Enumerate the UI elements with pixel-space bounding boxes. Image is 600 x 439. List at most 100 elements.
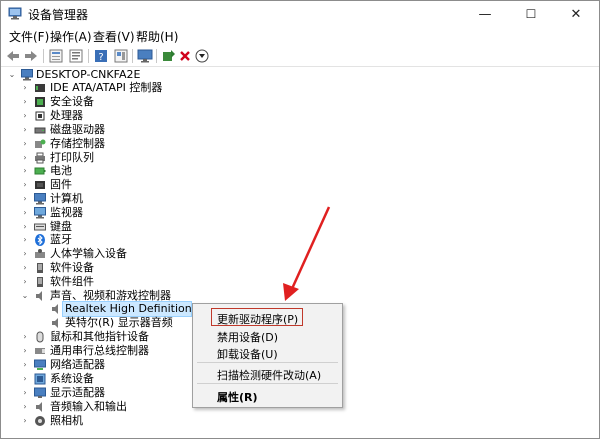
collapse-arrow-icon[interactable]: ⌄ — [20, 289, 30, 303]
tree-item-network[interactable]: › 网络适配器 — [1, 358, 201, 372]
tree-item-battery[interactable]: › 电池 — [1, 164, 201, 178]
tree-item-ide[interactable]: › IDE ATA/ATAPI 控制器 — [1, 81, 201, 95]
tree-item-mouse[interactable]: › 鼠标和其他指针设备 — [1, 330, 201, 344]
properties-button[interactable] — [67, 47, 85, 65]
menu-uninstall-device[interactable]: 卸载设备(U) — [217, 346, 278, 362]
tree-item-label: 电池 — [50, 164, 72, 177]
expand-arrow-icon[interactable]: › — [20, 358, 30, 372]
tree-item-label: 音频输入和输出 — [50, 400, 127, 413]
toolbar-separator — [132, 49, 133, 63]
mouse-icon — [36, 331, 44, 343]
computer-icon — [34, 193, 46, 205]
tree-item-camera[interactable]: › 照相机 — [1, 414, 201, 428]
tree-item-usb[interactable]: › 通用串行总线控制器 — [1, 344, 201, 358]
tree-item-label: 人体学输入设备 — [50, 247, 127, 260]
tree-item-keyboard[interactable]: › 键盘 — [1, 220, 201, 234]
tree-item-display[interactable]: › 显示适配器 — [1, 386, 201, 400]
disk-icon — [34, 127, 46, 134]
expand-arrow-icon[interactable]: › — [20, 123, 30, 137]
tree-item-label: 网络适配器 — [50, 358, 105, 371]
tree-item-label: 鼠标和其他指针设备 — [50, 330, 149, 343]
view2-button[interactable] — [112, 47, 130, 65]
back-button[interactable] — [4, 47, 22, 65]
close-button[interactable]: ✕ — [553, 1, 599, 27]
forward-button[interactable] — [22, 47, 40, 65]
expand-arrow-icon[interactable]: › — [20, 164, 30, 178]
tree-item-processor[interactable]: › 处理器 — [1, 109, 201, 123]
tree-item-software-component[interactable]: › 软件组件 — [1, 275, 201, 289]
scan-button[interactable] — [136, 47, 154, 65]
maximize-button[interactable]: ☐ — [508, 1, 554, 27]
expand-arrow-icon[interactable]: › — [20, 192, 30, 206]
collapse-arrow-icon[interactable]: ⌄ — [7, 68, 17, 82]
expand-arrow-icon[interactable]: › — [20, 109, 30, 123]
tree-item-storage[interactable]: › 存储控制器 — [1, 137, 201, 151]
expand-arrow-icon[interactable]: › — [20, 386, 30, 400]
expand-arrow-icon[interactable]: › — [20, 81, 30, 95]
tree-item-label: 磁盘驱动器 — [50, 123, 105, 136]
firmware-icon — [35, 181, 45, 189]
expand-arrow-icon[interactable]: › — [20, 261, 30, 275]
menu-scan-hardware[interactable]: 扫描检测硬件改动(A) — [217, 367, 321, 383]
expand-arrow-icon[interactable]: › — [20, 178, 30, 192]
window-title: 设备管理器 — [28, 8, 89, 22]
minimize-button[interactable]: — — [462, 1, 508, 27]
title-bar: 设备管理器 — ☐ ✕ — [1, 1, 599, 27]
expand-arrow-icon[interactable]: › — [20, 414, 30, 428]
tree-item-hid[interactable]: › 人体学输入设备 — [1, 247, 201, 261]
expand-arrow-icon[interactable]: › — [20, 137, 30, 151]
menu-file[interactable]: 文件(F) — [9, 28, 49, 45]
expand-arrow-icon[interactable]: › — [20, 275, 30, 289]
tree-item-label: 固件 — [50, 178, 72, 191]
menu-update-driver[interactable]: 更新驱动程序(P) — [217, 311, 298, 327]
menu-help[interactable]: 帮助(H) — [136, 28, 178, 45]
tree-child-realtek[interactable]: Realtek High Definition Audio — [1, 302, 226, 316]
expand-arrow-icon[interactable]: › — [20, 151, 30, 165]
expand-arrow-icon[interactable]: › — [20, 95, 30, 109]
tree-item-bluetooth[interactable]: › 蓝牙 — [1, 233, 201, 247]
keyboard-icon — [34, 223, 46, 231]
tree-item-label: 存储控制器 — [50, 137, 105, 150]
download-button[interactable] — [193, 47, 211, 65]
tree-item-label: 计算机 — [50, 192, 83, 205]
expand-arrow-icon[interactable]: › — [20, 372, 30, 386]
context-menu: 更新驱动程序(P) 禁用设备(D) 卸载设备(U) 扫描检测硬件改动(A) 属性… — [192, 303, 343, 408]
tree-item-audio-io[interactable]: › 音频输入和输出 — [1, 400, 201, 414]
maximize-icon: ☐ — [525, 7, 537, 21]
tree-root[interactable]: ⌄ DESKTOP-CNKFA2E — [1, 68, 201, 82]
tree-item-label: 键盘 — [50, 220, 72, 233]
toolbar: ? — [1, 45, 599, 67]
menu-action[interactable]: 操作(A) — [50, 28, 92, 45]
menu-separator — [197, 383, 338, 384]
network-icon — [34, 359, 46, 370]
menu-disable-device[interactable]: 禁用设备(D) — [217, 329, 278, 345]
tree-item-computer[interactable]: › 计算机 — [1, 192, 201, 206]
expand-arrow-icon[interactable]: › — [20, 344, 30, 358]
download-icon — [195, 49, 209, 63]
tree-item-label: 系统设备 — [50, 372, 94, 385]
view-button[interactable] — [47, 47, 65, 65]
expand-arrow-icon[interactable]: › — [20, 220, 30, 234]
minimize-icon: — — [478, 6, 492, 22]
tree-child-intel-audio[interactable]: 英特尔(R) 显示器音频 — [1, 316, 201, 330]
help-button[interactable]: ? — [92, 47, 110, 65]
menu-view[interactable]: 查看(V) — [93, 28, 135, 45]
tree-item-security[interactable]: › 安全设备 — [1, 95, 201, 109]
hid-icon — [35, 249, 45, 258]
expand-arrow-icon[interactable]: › — [20, 206, 30, 220]
display-icon — [34, 387, 46, 398]
tree-item-software-device[interactable]: › 软件设备 — [1, 261, 201, 275]
tree-item-monitor[interactable]: › 监视器 — [1, 206, 201, 220]
back-icon — [7, 51, 19, 61]
expand-arrow-icon[interactable]: › — [20, 233, 30, 247]
expand-arrow-icon[interactable]: › — [20, 400, 30, 414]
tree-item-printer[interactable]: › 打印队列 — [1, 151, 201, 165]
menu-properties[interactable]: 属性(R) — [217, 389, 258, 405]
expand-arrow-icon[interactable]: › — [20, 247, 30, 261]
tree-item-firmware[interactable]: › 固件 — [1, 178, 201, 192]
uninstall-button[interactable] — [176, 47, 194, 65]
tree-item-system[interactable]: › 系统设备 — [1, 372, 201, 386]
tree-item-disk[interactable]: › 磁盘驱动器 — [1, 123, 201, 137]
expand-arrow-icon[interactable]: › — [20, 330, 30, 344]
tree-item-label: 显示适配器 — [50, 386, 105, 399]
